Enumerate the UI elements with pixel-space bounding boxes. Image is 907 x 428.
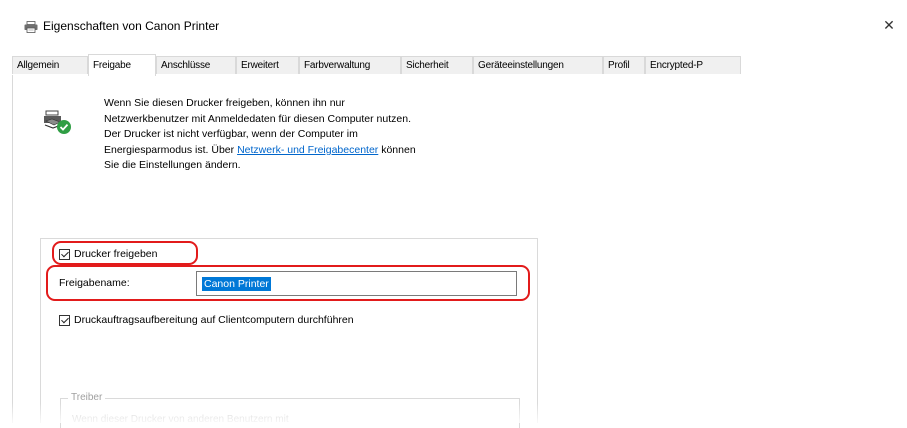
tab-freigabe[interactable]: Freigabe [88, 54, 156, 76]
tab-geraeteeinstellungen[interactable]: Geräteeinstellungen [473, 56, 603, 74]
info-line: Wenn Sie diesen Drucker freigeben, könne… [104, 97, 345, 109]
window-title: Eigenschaften von Canon Printer [43, 19, 220, 33]
highlight-share-name [46, 265, 530, 301]
tab-farbverwaltung[interactable]: Farbverwaltung [299, 56, 401, 74]
info-line-prefix: Energiesparmodus ist. Über [104, 143, 238, 156]
tab-anschluesse[interactable]: Anschlüsse [156, 56, 236, 74]
info-line: Energiesparmodus ist. Über Netzwerk- und… [104, 143, 544, 159]
info-line: Der Drucker ist nicht verfügbar, wenn de… [104, 128, 358, 140]
highlight-share-checkbox [52, 241, 198, 265]
info-line: Sie die Einstellungen ändern. [104, 159, 241, 171]
info-line-suffix: können [378, 143, 416, 156]
tab-erweitert[interactable]: Erweitert [236, 56, 299, 74]
render-jobs-checkbox-row[interactable]: Druckauftragsaufbereitung auf Clientcomp… [59, 314, 354, 326]
render-jobs-checkbox[interactable] [59, 314, 70, 326]
title-bar: Eigenschaften von Canon Printer ✕ [0, 0, 907, 40]
driver-group-label: Treiber [68, 392, 106, 403]
tab-strip: Allgemein Freigabe Anschlüsse Erweitert … [12, 54, 907, 76]
tab-encrypted-p[interactable]: Encrypted-P [645, 56, 741, 74]
network-sharing-center-link[interactable]: Netzwerk- und Freigabecenter [237, 144, 378, 156]
close-icon: ✕ [883, 17, 895, 33]
render-jobs-label: Druckauftragsaufbereitung auf Clientcomp… [74, 314, 354, 326]
printer-icon [24, 21, 38, 33]
printer-sharing-icon [44, 110, 71, 134]
driver-description: Wenn dieser Drucker von anderen Benutzer… [72, 414, 289, 425]
tab-allgemein[interactable]: Allgemein [12, 56, 88, 74]
info-line: Netzwerkbenutzer mit Anmeldedaten für di… [104, 112, 411, 125]
tab-sicherheit[interactable]: Sicherheit [401, 56, 473, 74]
tab-profil[interactable]: Profil [603, 56, 645, 74]
close-button[interactable]: ✕ [877, 14, 901, 36]
sharing-info-text: Wenn Sie diesen Drucker freigeben, könne… [104, 96, 544, 174]
